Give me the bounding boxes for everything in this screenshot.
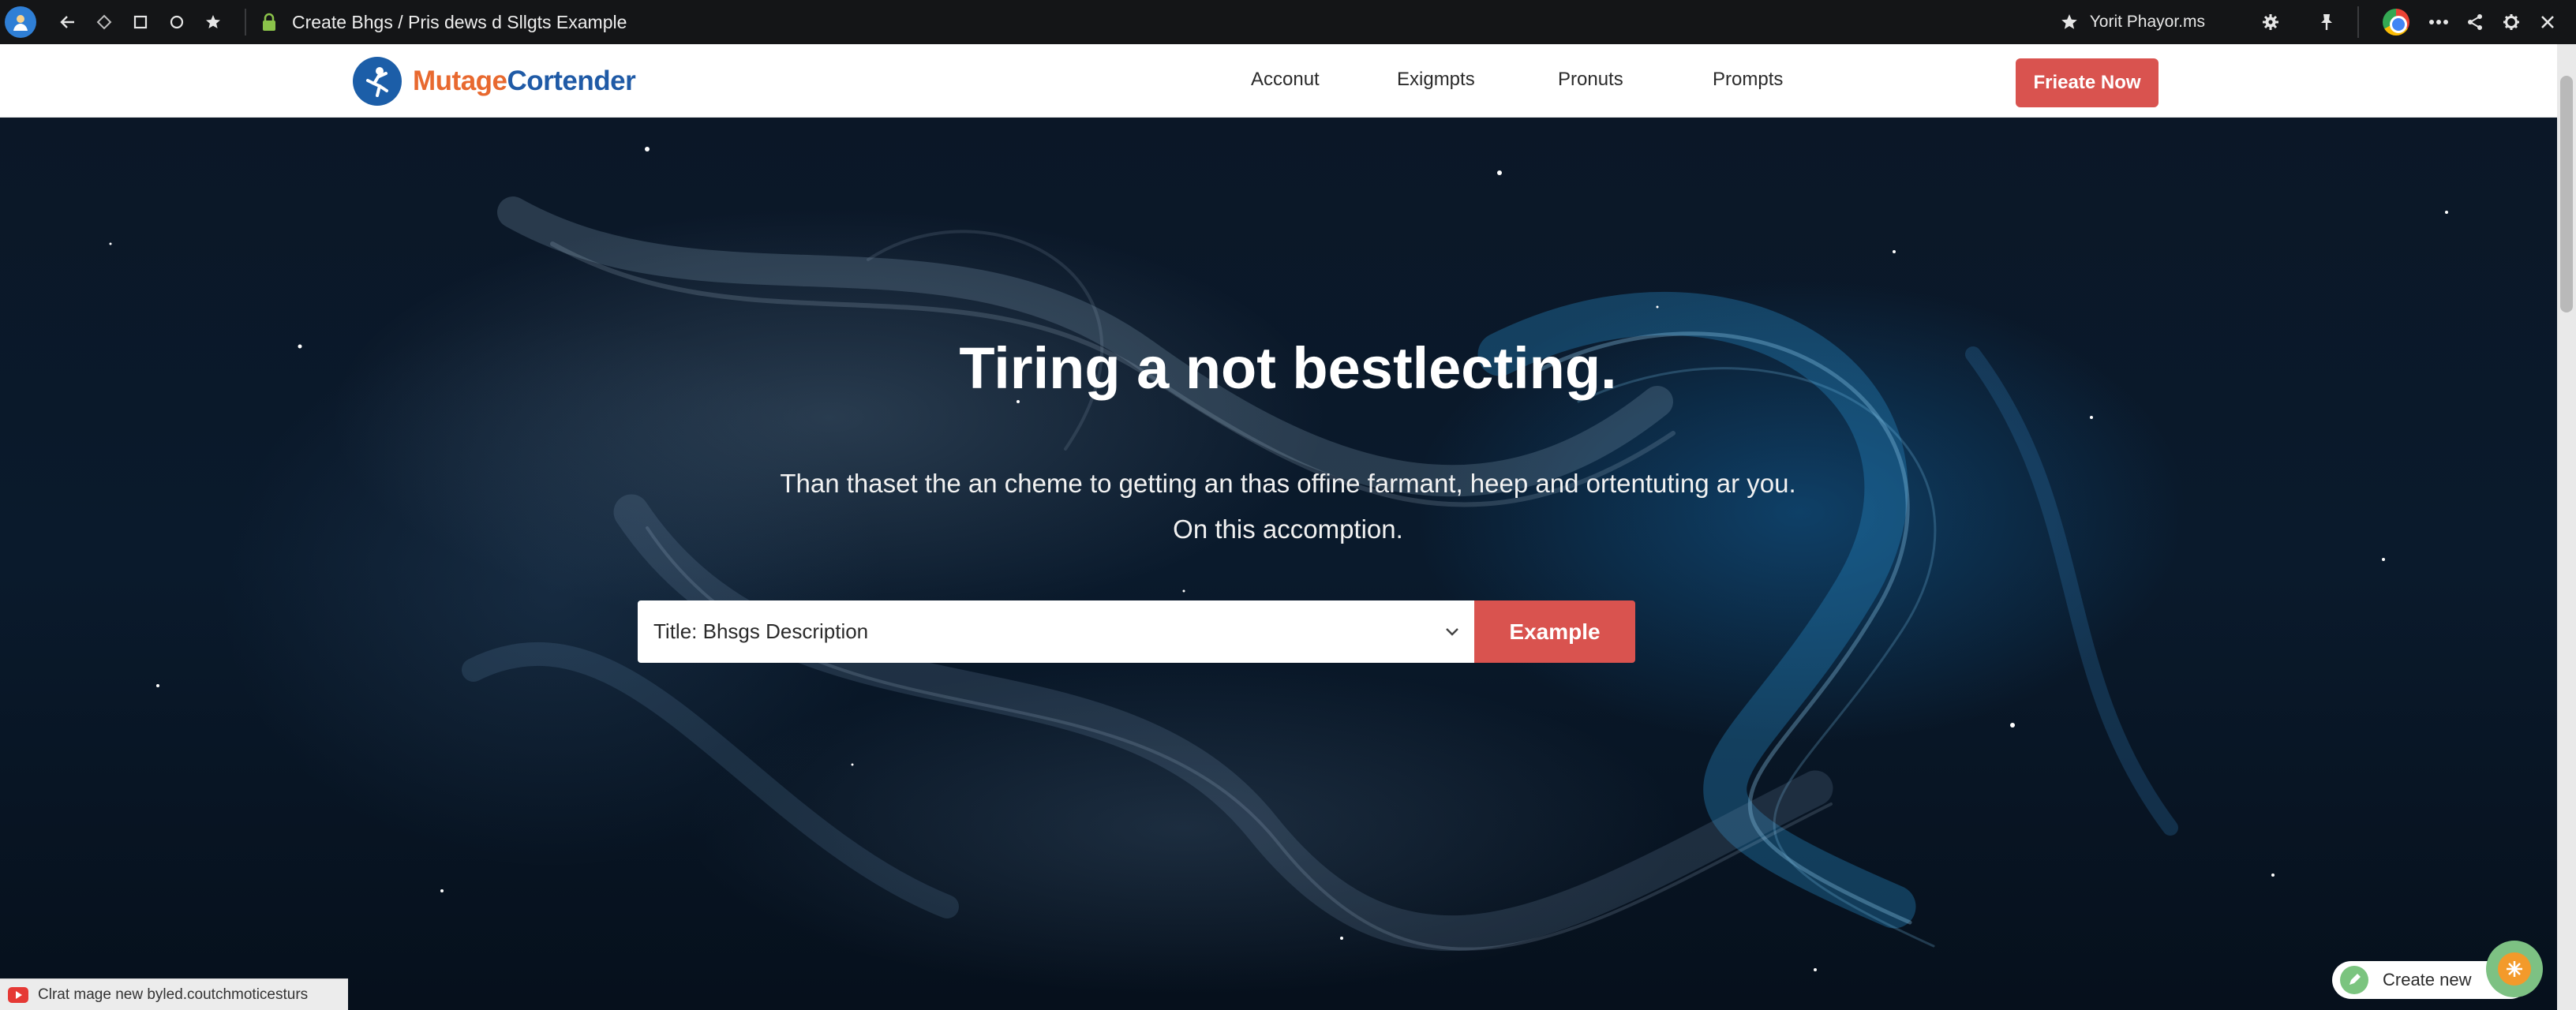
lock-icon[interactable] [260, 12, 278, 32]
page-scrollbar[interactable] [2557, 44, 2576, 1010]
screen: Create Bhgs / Pris dews d Sllgts Example… [0, 0, 2576, 1010]
nav-link-pronuts[interactable]: Pronuts [1558, 69, 1713, 91]
hero-subtitle-line2: On this accomption. [1173, 514, 1403, 544]
create-new-label: Create new [2383, 970, 2472, 989]
back-arrow-icon[interactable] [52, 6, 84, 38]
bookmark-label: Yorit Phayor.ms [2089, 13, 2205, 31]
browser-toolbar-right: Yorit Phayor.ms [2060, 0, 2576, 44]
page-tab-title: Create Bhgs / Pris dews d Sllgts Example [292, 11, 627, 32]
star-icon[interactable] [197, 6, 229, 38]
hero-subtitle-line1: Than thaset the an cheme to getting an t… [780, 469, 1796, 498]
nav-link-prompts[interactable]: Prompts [1713, 69, 1783, 91]
settings-gear-icon[interactable] [2496, 6, 2527, 38]
toolbar-divider [245, 9, 246, 36]
share-icon[interactable] [2459, 6, 2491, 38]
main-nav: Acconut Exigmpts Pronuts Prompts [1251, 69, 1783, 91]
title-select-value: Title: Bhsgs Description [653, 619, 869, 643]
status-bar-url: Clrat mage new byled.coutchmoticesturs [38, 986, 309, 1003]
youtube-play-icon [8, 986, 28, 1003]
profile-avatar-icon[interactable] [5, 6, 36, 38]
pencil-icon [2340, 966, 2368, 994]
logo-wordmark-part2: Cortender [507, 65, 636, 96]
more-dots-icon[interactable] [2423, 6, 2454, 38]
nebula-background-image [109, 147, 2448, 971]
example-button[interactable]: Example [1474, 600, 1635, 663]
pin-icon[interactable] [2311, 6, 2342, 38]
sparkle-icon [2498, 952, 2531, 986]
assistant-badge-icon[interactable] [2486, 941, 2543, 997]
square-icon[interactable] [125, 6, 156, 38]
browser-toolbar-left: Create Bhgs / Pris dews d Sllgts Example [0, 0, 627, 44]
chevron-down-icon[interactable] [1428, 600, 1476, 663]
nav-link-exigmpts[interactable]: Exigmpts [1397, 69, 1558, 91]
logo-wordmark: MutageCortender [413, 65, 636, 97]
logo-wordmark-part1: Mutage [413, 65, 507, 96]
site-header: MutageCortender Acconut Exigmpts Pronuts… [0, 44, 2557, 118]
reload-circle-icon[interactable] [161, 6, 193, 38]
logo-mark-icon [353, 57, 402, 106]
browser-toolbar: Create Bhgs / Pris dews d Sllgts Example… [0, 0, 2576, 44]
forward-diamond-icon[interactable] [88, 6, 120, 38]
title-select-input[interactable]: Title: Bhsgs Description [638, 600, 1476, 663]
toolbar-divider [2357, 6, 2359, 38]
close-icon[interactable] [2532, 6, 2563, 38]
site-logo[interactable]: MutageCortender [353, 57, 636, 106]
bookmark-item[interactable]: Yorit Phayor.ms [2060, 13, 2205, 32]
bookmark-star-icon [2061, 14, 2077, 29]
chrome-icon[interactable] [2383, 9, 2409, 36]
status-bar: Clrat mage new byled.coutchmoticesturs [0, 978, 348, 1010]
create-now-button[interactable]: Frieate Now [2016, 58, 2159, 107]
hero-section: Tiring a not bestlecting. Than thaset th… [0, 118, 2557, 1010]
nav-link-account[interactable]: Acconut [1251, 69, 1397, 91]
settings-gear-icon[interactable] [2255, 6, 2286, 38]
hero-headline: Tiring a not bestlecting. [959, 335, 1617, 401]
scrollbar-thumb[interactable] [2560, 76, 2573, 312]
